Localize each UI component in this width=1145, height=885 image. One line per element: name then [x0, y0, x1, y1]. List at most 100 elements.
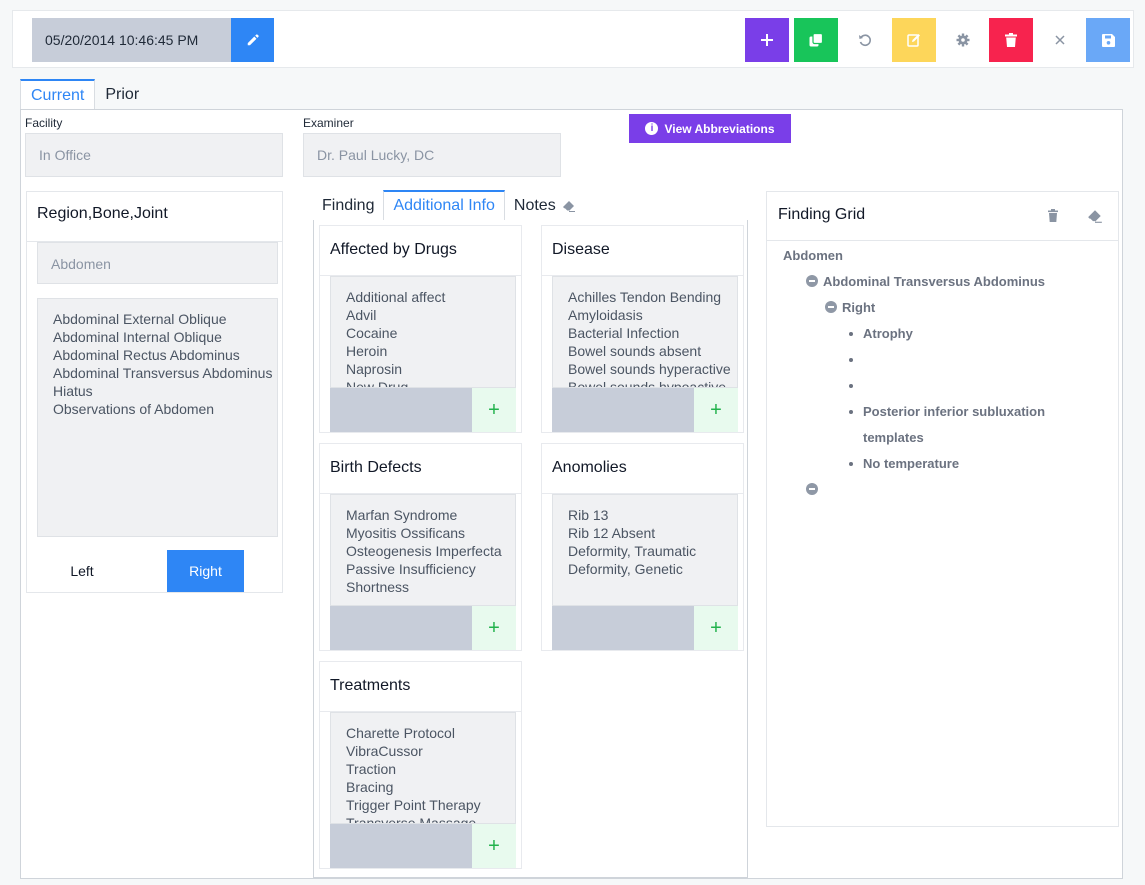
list-item[interactable]: VibraCussor — [346, 742, 515, 760]
finding-grid-card: Finding Grid Abdomen Abdominal Transvers… — [766, 191, 1119, 827]
add-disease-button[interactable]: + — [694, 388, 738, 432]
view-abbreviations-button[interactable]: i View Abbreviations — [629, 114, 791, 143]
list-item[interactable]: Heroin — [346, 342, 515, 360]
card-title: Birth Defects — [330, 459, 422, 476]
list-item[interactable]: Observations of Abdomen — [53, 400, 277, 418]
list-item[interactable]: Osteogenesis Imperfecta — [346, 542, 515, 560]
list-item[interactable]: Additional affect — [346, 288, 515, 306]
bullet-icon — [849, 462, 853, 466]
left-button[interactable]: Left — [37, 550, 127, 592]
trash-icon — [1005, 33, 1017, 47]
tab-prior[interactable]: Prior — [95, 79, 149, 110]
undo-icon — [859, 34, 871, 46]
disease-list: Achilles Tendon Bending Amyloidasis Bact… — [552, 276, 738, 388]
collapse-icon[interactable] — [806, 483, 818, 495]
disease-card: Disease Achilles Tendon Bending Amyloida… — [541, 225, 744, 433]
list-item[interactable]: Abdominal External Oblique — [53, 310, 277, 328]
close-button[interactable] — [1038, 18, 1082, 62]
list-item[interactable]: Deformity, Traumatic — [568, 542, 737, 560]
bullet-icon — [849, 358, 853, 362]
collapse-icon[interactable] — [825, 301, 837, 313]
right-button[interactable]: Right — [167, 550, 244, 592]
tree-finding[interactable]: No temperature — [863, 456, 959, 471]
anomalies-input[interactable] — [552, 606, 694, 650]
list-item[interactable]: Cocaine — [346, 324, 515, 342]
delete-button[interactable] — [989, 18, 1033, 62]
tree-finding[interactable]: Posterior inferior subluxation — [863, 404, 1045, 419]
list-item[interactable]: Bowel sounds absent — [568, 342, 737, 360]
add-drug-button[interactable]: + — [472, 388, 516, 432]
collapse-icon[interactable] — [806, 275, 818, 287]
list-item[interactable]: Abdominal Internal Oblique — [53, 328, 277, 346]
drugs-input[interactable] — [330, 388, 472, 432]
tree-finding[interactable]: templates — [863, 430, 924, 445]
tree-side[interactable]: Right — [842, 300, 875, 315]
list-item[interactable]: Abdominal Rectus Abdominus — [53, 346, 277, 364]
region-select[interactable]: Abdomen — [37, 242, 278, 284]
bullet-icon — [849, 332, 853, 336]
anomalies-list: Rib 13 Rib 12 Absent Deformity, Traumati… — [552, 494, 738, 606]
bullet-icon — [849, 384, 853, 388]
list-item[interactable]: Deformity, Genetic — [568, 560, 737, 578]
tab-current[interactable]: Current — [20, 79, 96, 110]
settings-button[interactable] — [941, 18, 985, 62]
list-item[interactable]: Marfan Syndrome — [346, 506, 515, 524]
copy-button[interactable] — [794, 18, 838, 62]
history-tabs: Current Prior — [20, 79, 149, 110]
examiner-field[interactable]: Dr. Paul Lucky, DC — [303, 133, 561, 177]
add-anomaly-button[interactable]: + — [694, 606, 738, 650]
save-button[interactable] — [1086, 18, 1130, 62]
treatments-input[interactable] — [330, 824, 472, 868]
card-title: Treatments — [330, 677, 411, 694]
tab-finding[interactable]: Finding — [313, 192, 383, 220]
plus-icon — [761, 34, 773, 46]
disease-input[interactable] — [552, 388, 694, 432]
view-abbreviations-label: View Abbreviations — [664, 121, 775, 136]
list-item[interactable]: Bowel sounds hypoactive — [568, 378, 737, 387]
add-birth-defect-button[interactable]: + — [472, 606, 516, 650]
birth-defects-card: Birth Defects Marfan Syndrome Myositis O… — [319, 443, 522, 651]
card-title: Disease — [552, 241, 610, 258]
list-item[interactable]: Achilles Tendon Bending — [568, 288, 737, 306]
list-item[interactable]: Abdominal Transversus Abdominus — [53, 364, 277, 382]
birth-defects-list: Marfan Syndrome Myositis Ossificans Oste… — [330, 494, 516, 606]
list-item[interactable]: New Drug — [346, 378, 515, 387]
pencil-icon — [247, 34, 259, 46]
trash-icon[interactable] — [1045, 208, 1061, 224]
list-item[interactable]: Naprosin — [346, 360, 515, 378]
tree-muscle[interactable]: Abdominal Transversus Abdominus — [823, 274, 1045, 289]
close-icon — [1055, 35, 1065, 45]
list-item[interactable]: Bracing — [346, 778, 515, 796]
add-button[interactable] — [745, 18, 789, 62]
edit-button[interactable] — [892, 18, 936, 62]
list-item[interactable]: Trigger Point Therapy — [346, 796, 515, 814]
list-item[interactable]: Myositis Ossificans — [346, 524, 515, 542]
treatments-list: Charette Protocol VibraCussor Traction B… — [330, 712, 516, 824]
tree-finding[interactable]: Atrophy — [863, 326, 913, 341]
list-item[interactable]: Bowel sounds hyperactive — [568, 360, 737, 378]
add-treatment-button[interactable]: + — [472, 824, 516, 868]
list-item[interactable]: Passive Insufficiency — [346, 560, 515, 578]
list-item[interactable]: Shortness — [346, 578, 515, 596]
list-item[interactable]: Hiatus — [53, 382, 277, 400]
tab-notes[interactable]: Notes — [505, 192, 585, 220]
birth-defects-input[interactable] — [330, 606, 472, 650]
list-item[interactable]: Transverse Massage — [346, 814, 515, 823]
undo-button[interactable] — [843, 18, 887, 62]
drugs-list: Additional affect Advil Cocaine Heroin N… — [330, 276, 516, 388]
copy-icon — [809, 33, 823, 47]
tree-root[interactable]: Abdomen — [783, 248, 843, 263]
list-item[interactable]: Rib 13 — [568, 506, 737, 524]
list-item[interactable]: Rib 12 Absent — [568, 524, 737, 542]
edit-datetime-button[interactable] — [231, 18, 274, 62]
list-item[interactable]: Bacterial Infection — [568, 324, 737, 342]
list-item[interactable]: Traction — [346, 760, 515, 778]
list-item[interactable]: Advil — [346, 306, 515, 324]
facility-field[interactable]: In Office — [25, 133, 283, 177]
region-card: Region,Bone,Joint Abdomen Abdominal Exte… — [26, 191, 283, 593]
list-item[interactable]: Amyloidasis — [568, 306, 737, 324]
tab-additional-info[interactable]: Additional Info — [383, 190, 505, 220]
region-title: Region,Bone,Joint — [37, 205, 168, 222]
eraser-icon[interactable] — [1087, 208, 1103, 224]
list-item[interactable]: Charette Protocol — [346, 724, 515, 742]
